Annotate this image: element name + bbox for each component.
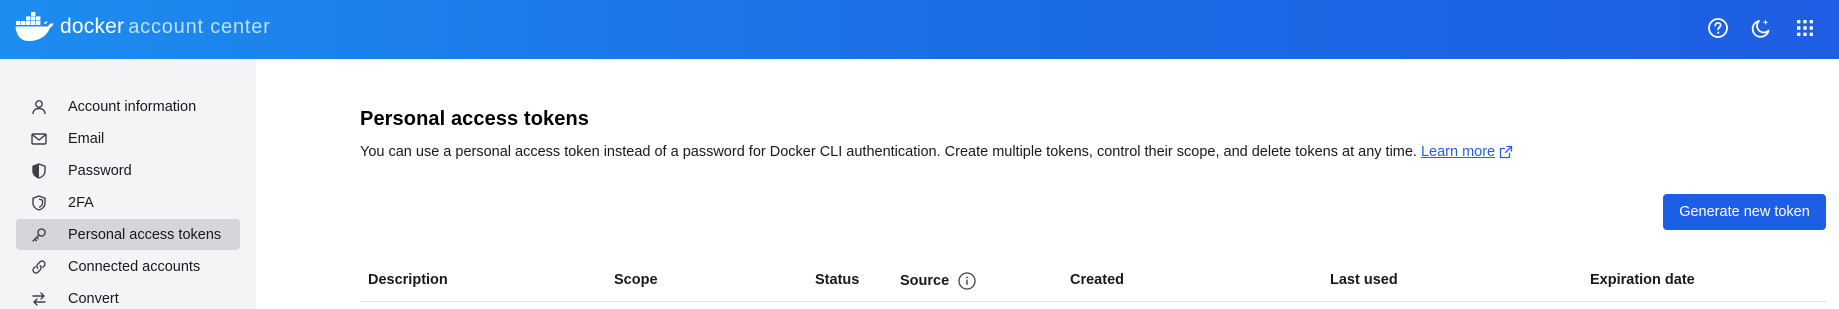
learn-more-link[interactable]: Learn more (1421, 144, 1495, 160)
column-header-status[interactable]: Status (815, 272, 859, 288)
mail-icon (31, 131, 47, 147)
column-header-scope[interactable]: Scope (614, 272, 658, 288)
sidebar-item-account-information[interactable]: Account information (16, 91, 240, 122)
sidebar-item-label: Personal access tokens (68, 227, 222, 243)
column-header-expiration-date[interactable]: Expiration date (1590, 272, 1695, 288)
docker-account-center-logo[interactable]: docker account center (15, 12, 271, 42)
sidebar-item-label: Password (68, 163, 132, 179)
column-header-description[interactable]: Description (368, 272, 448, 288)
help-button[interactable] (1705, 15, 1731, 41)
help-icon (1708, 18, 1728, 38)
sidebar-item-convert[interactable]: Convert (16, 283, 240, 309)
user-icon (31, 99, 47, 115)
swap-icon (31, 291, 47, 307)
external-link-icon[interactable] (1499, 145, 1513, 159)
info-icon[interactable] (958, 272, 976, 290)
generate-new-token-button[interactable]: Generate new token (1663, 194, 1826, 230)
column-header-last-used[interactable]: Last used (1330, 272, 1398, 288)
apps-menu-button[interactable] (1792, 15, 1818, 41)
main-content: Personal access tokens You can use a per… (256, 59, 1839, 309)
sidebar-item-label: Connected accounts (68, 259, 201, 275)
column-header-created[interactable]: Created (1070, 272, 1124, 288)
link-icon (31, 259, 47, 275)
description-text: You can use a personal access token inst… (360, 144, 1417, 160)
tokens-table-header: Description Scope Status Source Created … (360, 270, 1826, 302)
key-icon (31, 227, 47, 243)
sidebar-item-label: 2FA (68, 195, 94, 211)
shield-icon (31, 163, 47, 179)
column-header-source-wrapper: Source (900, 272, 976, 290)
sidebar-item-personal-access-tokens[interactable]: Personal access tokens (16, 219, 240, 250)
docker-whale-logo-icon (15, 12, 54, 41)
brand-docker-text: docker (60, 15, 125, 38)
sidebar-item-label: Account information (68, 99, 197, 115)
theme-icon (1751, 19, 1770, 38)
shield-outline-icon (31, 195, 47, 211)
sidebar-item-connected-accounts[interactable]: Connected accounts (16, 251, 240, 282)
sidebar-item-password[interactable]: Password (16, 155, 240, 186)
theme-toggle-button[interactable] (1748, 15, 1774, 41)
sidebar-item-email[interactable]: Email (16, 123, 240, 154)
apps-grid-icon (1797, 20, 1813, 36)
sidebar-item-label: Email (68, 131, 105, 147)
page-description: You can use a personal access token inst… (360, 144, 1513, 160)
sidebar-item-2fa[interactable]: 2FA (16, 187, 240, 218)
sidebar-item-label: Convert (68, 291, 119, 307)
top-navigation-bar: docker account center (0, 0, 1839, 59)
column-header-source[interactable]: Source (900, 273, 949, 289)
page-title: Personal access tokens (360, 108, 589, 130)
sidebar: Account information Email Password 2FA P… (0, 59, 256, 309)
brand-account-center-text: account center (128, 15, 271, 38)
